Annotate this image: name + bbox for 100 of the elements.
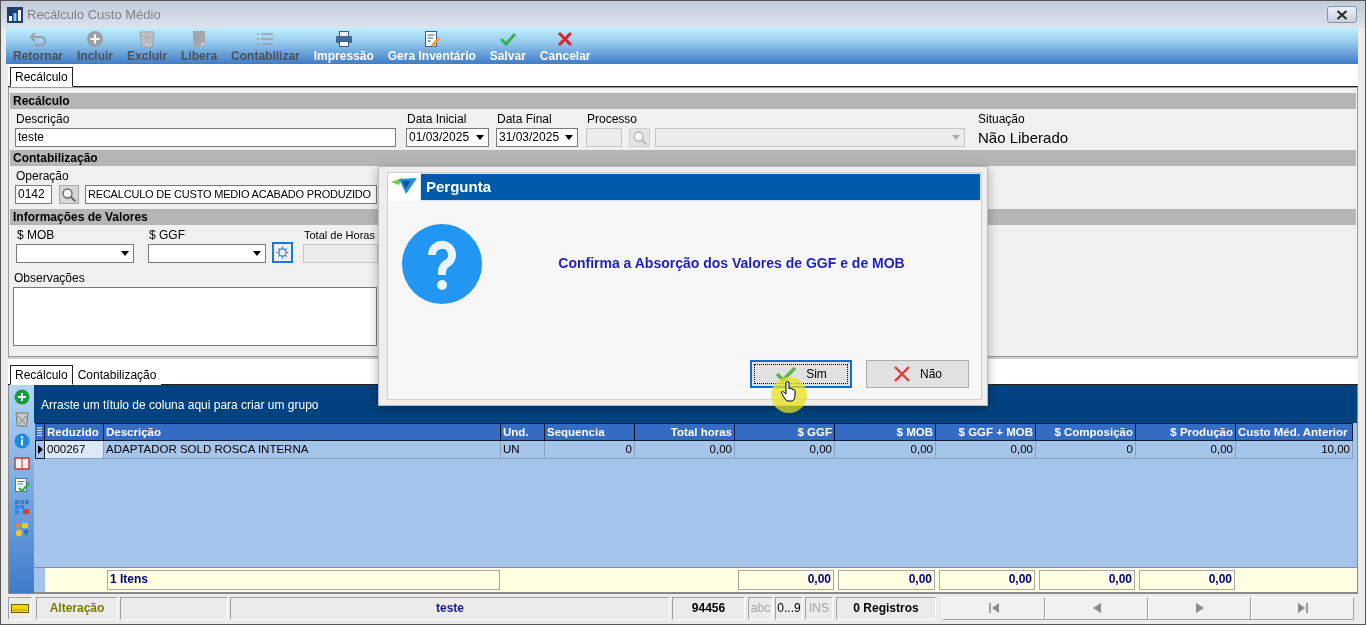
section-header: Contabilização	[10, 150, 1356, 166]
dropdown[interactable]	[16, 244, 134, 263]
close-button[interactable]	[1327, 6, 1357, 23]
field-label: Descrição	[16, 112, 70, 126]
column-header[interactable]: Reduzido	[45, 423, 104, 441]
dialog-button[interactable]: Não	[866, 360, 969, 388]
total-value: 0,00	[1039, 570, 1135, 590]
dialog-button[interactable]: Sim	[750, 360, 852, 388]
bar-chart-icon	[7, 6, 23, 23]
toolbar-button[interactable]: Impressão	[306, 29, 381, 63]
dialog-message: Confirma a Absorção dos Valores de GGF e de MOB	[557, 254, 906, 272]
text-field[interactable]: RECALCULO DE CUSTO MEDIO ACABADO PRODUZIDO	[85, 185, 377, 204]
status-value: Não Liberado	[978, 128, 1069, 147]
status-text: teste	[230, 596, 670, 620]
last-record-button[interactable]	[1251, 596, 1354, 620]
date-dropdown[interactable]: 31/03/2025	[496, 128, 578, 147]
key-indicator: INS	[805, 596, 833, 620]
table-cell: 0,00	[1136, 441, 1236, 459]
column-header[interactable]: $ GGF	[735, 423, 835, 441]
caret-icon	[565, 135, 573, 140]
triangle-right-icon	[37, 445, 43, 454]
column-header[interactable]: $ Composição	[1036, 423, 1136, 441]
add-icon[interactable]	[13, 389, 30, 405]
gear-button[interactable]	[272, 242, 293, 263]
caret-icon	[253, 251, 261, 256]
search-icon	[632, 130, 647, 145]
column-header[interactable]: Total horas	[635, 423, 735, 441]
trash-icon	[138, 30, 157, 48]
total-value: 0,00	[1139, 570, 1235, 590]
total-value: 0,00	[838, 570, 935, 590]
trash-icon[interactable]	[13, 411, 30, 427]
table-cell: 0,00	[735, 441, 835, 459]
previous-record-button[interactable]	[1045, 596, 1148, 620]
field-label: $ MOB	[17, 228, 55, 242]
status-number: 94456	[672, 596, 745, 620]
text-area[interactable]	[13, 287, 377, 346]
toolbar-button[interactable]: Salvar	[482, 29, 533, 63]
search-button[interactable]	[59, 185, 79, 204]
input-field[interactable]	[586, 128, 622, 147]
shapes-icon[interactable]	[13, 521, 30, 537]
x-mark-icon	[556, 30, 575, 48]
column-header[interactable]: $ MOB	[835, 423, 936, 441]
table-cell: 000267	[45, 441, 104, 459]
book-icon[interactable]	[13, 455, 30, 471]
dialog-title: Pergunta	[420, 173, 981, 201]
skip-start-icon	[988, 603, 999, 613]
table-cell: 0	[545, 441, 635, 459]
next-record-button[interactable]	[1148, 596, 1251, 620]
first-record-button[interactable]	[942, 596, 1045, 620]
table-cell: 0	[1036, 441, 1136, 459]
column-header[interactable]: $ GGF + MOB	[936, 423, 1036, 441]
list-icon	[256, 30, 275, 48]
skip-end-icon	[1297, 603, 1308, 613]
text-field[interactable]: teste	[15, 128, 396, 147]
undo-arrow-icon	[29, 30, 47, 48]
plus-circle-icon	[86, 30, 104, 48]
table-cell: UN	[501, 441, 545, 459]
tab[interactable]: Recálculo	[10, 67, 73, 87]
checklist-icon[interactable]	[13, 477, 30, 493]
item-count: 1 Itens	[107, 570, 500, 590]
table-cell: 0,00	[835, 441, 936, 459]
table-cell: ADAPTADOR SOLD ROSCA INTERNA	[104, 441, 501, 459]
field-label: Observações	[14, 271, 85, 285]
field-label: $ GGF	[149, 228, 185, 242]
card-icon	[11, 603, 29, 613]
section-header: Recálculo	[10, 93, 1356, 109]
key-indicator: abc	[748, 596, 773, 620]
gear-icon	[276, 246, 289, 259]
total-value: 0,00	[738, 570, 834, 590]
key-indicator: 0...9	[775, 596, 803, 620]
toolbar-button[interactable]: Cancelar	[532, 29, 598, 63]
column-header[interactable]: Custo Méd. Anterior	[1236, 423, 1353, 441]
field-label: Data Final	[497, 112, 552, 126]
column-header[interactable]: Sequencia	[545, 423, 635, 441]
date-dropdown[interactable]: 01/03/2025	[406, 128, 489, 147]
caret-icon	[121, 251, 129, 256]
column-header[interactable]: Descrição	[104, 423, 501, 441]
list-icon	[37, 427, 42, 437]
status-mode: Alteração	[36, 596, 118, 620]
search-icon	[62, 187, 76, 202]
checkmark-icon	[498, 30, 517, 48]
column-header[interactable]: $ Produção	[1136, 423, 1236, 441]
question-icon	[402, 224, 482, 304]
field-label: Total de Horas	[304, 228, 375, 242]
code-field[interactable]: 0142	[15, 185, 52, 204]
table-cell: 10,00	[1236, 441, 1353, 459]
column-header[interactable]: Und.	[501, 423, 545, 441]
window-title: Recálculo Custo Médio	[27, 7, 161, 22]
document-pencil-icon	[422, 30, 441, 48]
table-cell: 0,00	[635, 441, 735, 459]
field-label: Processo	[587, 112, 638, 126]
record-count: 0 Registros	[836, 596, 936, 620]
table-cell: 0,00	[936, 441, 1036, 459]
triangle-right-icon	[1195, 603, 1204, 613]
dropdown[interactable]	[148, 244, 266, 263]
close-icon	[1336, 9, 1348, 20]
toolbar-button[interactable]: Gera Inventário	[380, 29, 483, 63]
info-icon[interactable]	[13, 433, 30, 449]
tab[interactable]: Recálculo	[10, 365, 73, 385]
x-mark-icon	[893, 365, 911, 383]
